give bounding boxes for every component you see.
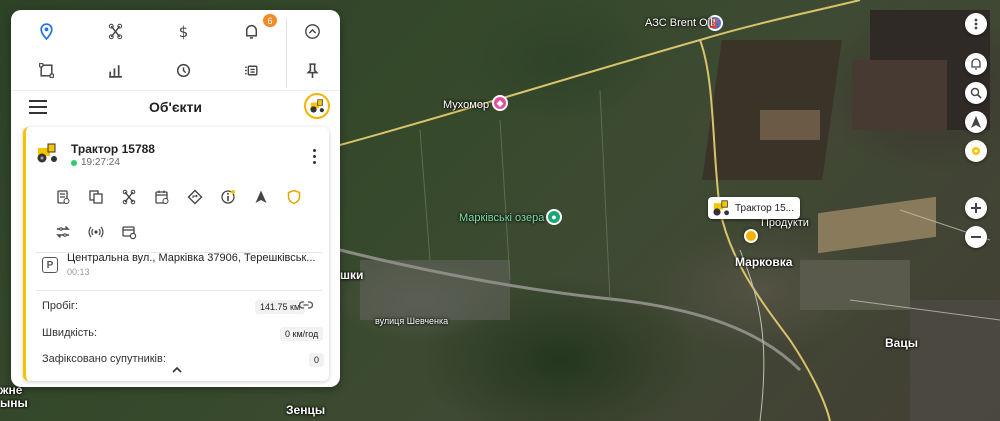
tractor-icon	[713, 200, 729, 216]
gas-station-label: АЗС Brent Oil	[645, 17, 713, 29]
toolbar-collapse-button[interactable]	[299, 18, 325, 44]
park-pin[interactable]: ●	[546, 209, 562, 225]
object-last-update: 19:27:24	[71, 157, 120, 168]
info-icon	[221, 190, 235, 204]
panel-header: Об'єкти	[11, 90, 340, 124]
street-label: вулиця Шевченка	[375, 316, 449, 326]
mileage-value: 141.75 км	[255, 300, 306, 314]
tractor-position-dot[interactable]	[744, 229, 758, 243]
map-more-button[interactable]	[965, 13, 987, 35]
info-button[interactable]	[217, 186, 239, 208]
route-button[interactable]	[184, 186, 206, 208]
zoom-out-button[interactable]	[965, 226, 987, 248]
map-search-button[interactable]	[965, 82, 987, 104]
search-icon	[970, 87, 982, 99]
target-icon	[972, 147, 980, 155]
chevron-up-circle-icon	[304, 23, 320, 39]
toolbar-location-button[interactable]	[33, 18, 59, 44]
toolbar-pin-button[interactable]	[299, 57, 325, 83]
dollar-icon: $	[178, 23, 187, 40]
parking-icon: P	[42, 257, 58, 273]
minus-icon	[971, 236, 981, 238]
toolbar-divider	[286, 18, 287, 88]
report-button[interactable]	[52, 186, 74, 208]
diamond-icon	[187, 189, 203, 205]
navigation-icon	[255, 190, 267, 203]
tractor-marker-label: Трактор 15...	[735, 202, 794, 214]
bell-icon	[245, 24, 257, 39]
toolbar-drone-button[interactable]	[102, 18, 128, 44]
calendar-icon	[155, 190, 169, 204]
object-name: Трактор 15788	[71, 142, 155, 156]
satellites-label: Зафіксовано супутників:	[42, 353, 166, 365]
panel-toolbar: $ 6	[11, 10, 340, 93]
vatsy-label: Вацы	[885, 336, 918, 350]
drone-button[interactable]	[118, 186, 140, 208]
yny-label: ыны	[0, 396, 28, 410]
lakes-label: Марківські озера	[459, 212, 545, 224]
satellites-value: 0	[309, 353, 325, 367]
tractor-icon	[37, 143, 57, 163]
pin-icon	[305, 62, 319, 78]
plus-icon	[971, 203, 981, 213]
link-icon[interactable]	[299, 300, 313, 310]
location-pin-icon	[39, 22, 53, 40]
navigation-icon	[971, 116, 981, 128]
shield-icon	[287, 189, 301, 205]
tractor-map-marker[interactable]: Трактор 15...	[708, 197, 800, 219]
toolbar-geozones-button[interactable]	[33, 57, 59, 83]
map-navigate-button[interactable]	[965, 111, 987, 133]
objects-panel: $ 6 Об'єкти Трактор 15788 19:27:24 P Цен…	[11, 10, 340, 387]
speed-label: Швидкість:	[42, 327, 98, 339]
map-alerts-button[interactable]	[965, 53, 987, 75]
parking-duration: 00:13	[67, 267, 90, 277]
toolbar-history-button[interactable]	[170, 57, 196, 83]
list-icon	[244, 65, 258, 75]
navigate-button[interactable]	[250, 186, 272, 208]
toolbar-notifications-button[interactable]	[238, 18, 264, 44]
divider	[36, 290, 322, 291]
tractor-icon	[310, 99, 324, 113]
copy-button[interactable]	[85, 186, 107, 208]
transfer-button[interactable]	[52, 221, 74, 243]
object-card[interactable]: Трактор 15788 19:27:24 P Центральна вул.…	[23, 127, 329, 381]
online-status-dot	[71, 159, 77, 166]
clock-history-icon	[176, 63, 190, 77]
svg-text:$: $	[178, 23, 187, 40]
card-settings-icon	[122, 226, 137, 240]
bell-icon	[971, 58, 981, 70]
map-layers-button[interactable]	[965, 140, 987, 162]
shki-label: шки	[340, 268, 364, 282]
more-vertical-icon	[974, 18, 978, 30]
zentsy-label: Зенцы	[286, 403, 326, 417]
copy-icon	[89, 190, 103, 204]
security-button[interactable]	[283, 186, 305, 208]
card-settings-button[interactable]	[118, 221, 140, 243]
avatar[interactable]	[304, 93, 330, 119]
drone-icon	[122, 189, 136, 205]
object-address: Центральна вул., Марківка 37906, Терешкі…	[67, 252, 316, 264]
bar-chart-icon	[108, 64, 122, 78]
crop-icon	[38, 62, 54, 78]
zoom-in-button[interactable]	[965, 197, 987, 219]
object-more-button[interactable]	[306, 147, 322, 165]
report-icon	[57, 190, 70, 204]
chevron-up-icon[interactable]	[170, 365, 184, 375]
schedule-button[interactable]	[151, 186, 173, 208]
speed-value: 0 км/год	[280, 327, 324, 341]
page-title: Об'єкти	[148, 99, 203, 115]
shop-pin[interactable]: ◆	[492, 95, 508, 111]
drone-icon	[108, 23, 122, 39]
transfer-icon	[56, 225, 70, 239]
toolbar-finance-button[interactable]: $	[170, 18, 196, 44]
mileage-label: Пробіг:	[42, 300, 78, 312]
toolbar-tasks-button[interactable]	[238, 57, 264, 83]
radio-button[interactable]	[85, 221, 107, 243]
mushroom-label: Мухомор	[443, 99, 490, 111]
toolbar-reports-button[interactable]	[102, 57, 128, 83]
markovka-label: Марковка	[735, 255, 793, 269]
radio-icon	[88, 226, 104, 238]
notification-badge: 6	[263, 14, 277, 27]
object-time: 19:27:24	[81, 157, 120, 168]
